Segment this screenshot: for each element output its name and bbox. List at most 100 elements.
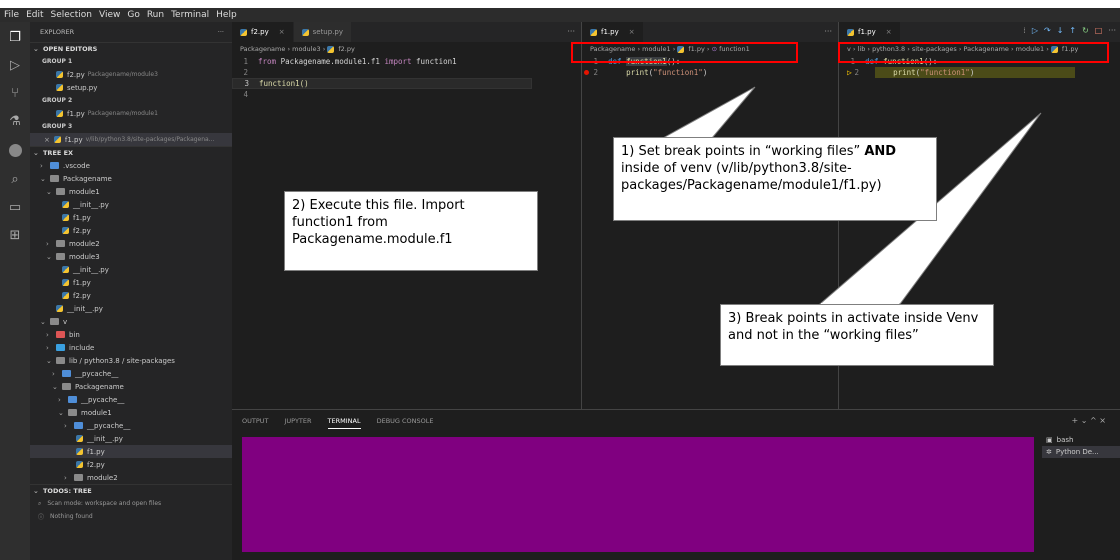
panel-controls[interactable]: + ⌄ ^ ×	[1072, 416, 1106, 425]
close-icon[interactable]: ×	[44, 136, 50, 144]
tree-item[interactable]: ⌄ module1	[30, 406, 232, 419]
source-control-icon[interactable]: ⑂	[7, 86, 23, 102]
tree-item[interactable]: f2.py	[30, 458, 232, 471]
menu-help[interactable]: Help	[216, 10, 237, 20]
testing-icon[interactable]: ⚗	[7, 114, 23, 130]
todos-scan-mode: ⌕ Scan mode: workspace and open files	[38, 499, 162, 508]
tree-item[interactable]: ⌄ lib / python3.8 / site-packages	[30, 354, 232, 367]
search-icon[interactable]: ⌕	[7, 172, 23, 188]
tab-setup[interactable]: setup.py	[293, 22, 352, 42]
open-editor-item[interactable]: × f1.py v/lib/python3.8/site-packages/Pack…	[30, 133, 232, 146]
terminal-item[interactable]: ✲ Python De...	[1042, 446, 1120, 458]
todos-header[interactable]: ⌄ TODOS: TREE	[30, 484, 232, 497]
menu-run[interactable]: Run	[147, 10, 164, 20]
tab-f1[interactable]: f1.py ×	[582, 22, 644, 42]
tree-item[interactable]: ⌄ v	[30, 315, 232, 328]
tree-item[interactable]: › bin	[30, 328, 232, 341]
crumb[interactable]: module3	[292, 45, 321, 53]
tree-item[interactable]: ⌄ module1	[30, 185, 232, 198]
breadcrumb: Packagename › module3 › f2.py	[240, 45, 355, 53]
tab-output[interactable]: OUTPUT	[242, 414, 269, 428]
tab-f1-venv[interactable]: f1.py ×	[839, 22, 901, 42]
python-file-icon	[56, 84, 63, 91]
menu-view[interactable]: View	[99, 10, 120, 20]
python-file-icon	[62, 227, 69, 234]
run-debug-icon[interactable]: ▷	[7, 58, 23, 74]
tab-terminal[interactable]: TERMINAL	[327, 414, 361, 429]
tree-item[interactable]: ⌄ Packagename	[30, 172, 232, 185]
tree-item[interactable]: › module2	[30, 471, 232, 484]
tree-item[interactable]: › __pycache__	[30, 393, 232, 406]
close-icon[interactable]: ×	[886, 28, 892, 36]
folder-open-icon	[62, 383, 71, 390]
tree-item[interactable]: › __pycache__	[30, 367, 232, 380]
tree-item[interactable]: › __pycache__	[30, 419, 232, 432]
tab-bar: f2.py × setup.py ···	[232, 22, 581, 42]
folder-icon	[74, 474, 83, 481]
folder-open-icon	[56, 357, 65, 364]
tree-item[interactable]: __init__.py	[30, 302, 232, 315]
tree-item[interactable]: f1.py	[30, 211, 232, 224]
step-over-icon[interactable]: ↷	[1044, 26, 1051, 35]
terminal-item[interactable]: ▣ bash	[1042, 434, 1120, 446]
step-out-icon[interactable]: ↑	[1069, 26, 1076, 35]
restart-icon[interactable]: ↻	[1082, 26, 1089, 35]
code-line-current: 3 function1()	[232, 78, 532, 89]
crumb[interactable]: f2.py	[338, 45, 354, 53]
tab-jupyter[interactable]: JUPYTER	[285, 414, 312, 428]
close-icon[interactable]: ×	[629, 28, 635, 36]
terminal-output[interactable]	[242, 437, 1034, 552]
crumb[interactable]: Packagename	[240, 45, 285, 53]
menu-terminal[interactable]: Terminal	[171, 10, 209, 20]
tree-item[interactable]: › include	[30, 341, 232, 354]
tree-item[interactable]: ⌄ Packagename	[30, 380, 232, 393]
files-icon[interactable]: ❐	[7, 30, 23, 46]
remote-icon[interactable]	[7, 144, 23, 160]
step-into-icon[interactable]: ↓	[1057, 26, 1064, 35]
tree-item[interactable]: › module2	[30, 237, 232, 250]
open-editors-header[interactable]: ⌄ OPEN EDITORS	[30, 42, 232, 55]
folder-open-icon	[68, 409, 77, 416]
editor-more-button[interactable]: ···	[824, 27, 832, 36]
more-icon[interactable]: ···	[1108, 26, 1116, 35]
breakpoint-icon[interactable]	[584, 70, 589, 75]
code-line: 2	[243, 68, 248, 77]
open-editor-item[interactable]: f1.py Packagename/module1	[30, 107, 232, 120]
tree-item[interactable]: f1.py	[30, 276, 232, 289]
tree-item[interactable]: f1.py	[30, 445, 232, 458]
menu-file[interactable]: File	[4, 10, 19, 20]
open-editors-label: OPEN EDITORS	[43, 45, 98, 53]
python-file-icon	[76, 461, 83, 468]
code-line: 4	[243, 90, 248, 99]
debug-icon: ✲	[1046, 448, 1052, 456]
editor-more-button[interactable]: ···	[567, 27, 575, 36]
open-editor-item[interactable]: setup.py	[30, 81, 232, 94]
stop-icon[interactable]: □	[1095, 26, 1103, 35]
tree-item[interactable]: __init__.py	[30, 198, 232, 211]
open-editor-item[interactable]: f2.py Packagename/module3	[30, 68, 232, 81]
tree-item[interactable]: __init__.py	[30, 263, 232, 276]
drag-handle-icon[interactable]: ⁞	[1023, 26, 1026, 35]
python-file-icon	[53, 136, 61, 143]
tree-item[interactable]: ⌄ module3	[30, 250, 232, 263]
folder-icon	[50, 162, 59, 169]
menu-selection[interactable]: Selection	[51, 10, 92, 20]
tree-item[interactable]: f2.py	[30, 224, 232, 237]
tab-f2[interactable]: f2.py ×	[232, 22, 294, 42]
tree-header[interactable]: ⌄ TREE EX	[30, 146, 232, 159]
extensions-icon[interactable]: ⊞	[7, 228, 23, 244]
tree-item[interactable]: __init__.py	[30, 432, 232, 445]
folder-open-icon	[50, 318, 59, 325]
close-icon[interactable]: ×	[279, 28, 285, 36]
menu-go[interactable]: Go	[127, 10, 139, 20]
menu-edit[interactable]: Edit	[26, 10, 43, 20]
tree-item[interactable]: f2.py	[30, 289, 232, 302]
tab-bar: f1.py × ···	[582, 22, 838, 42]
explorer-more-button[interactable]: ···	[218, 28, 224, 36]
continue-icon[interactable]: ▷	[1032, 26, 1038, 35]
callout-1: 1) Set break points in “working files” A…	[613, 137, 937, 221]
remote-explorer-icon[interactable]: ▭	[7, 200, 23, 216]
code-editor[interactable]: 1 from Packagename.module1.f1 import func…	[232, 56, 581, 100]
tree-item[interactable]: › .vscode	[30, 159, 232, 172]
tab-debug-console[interactable]: DEBUG CONSOLE	[377, 414, 434, 428]
